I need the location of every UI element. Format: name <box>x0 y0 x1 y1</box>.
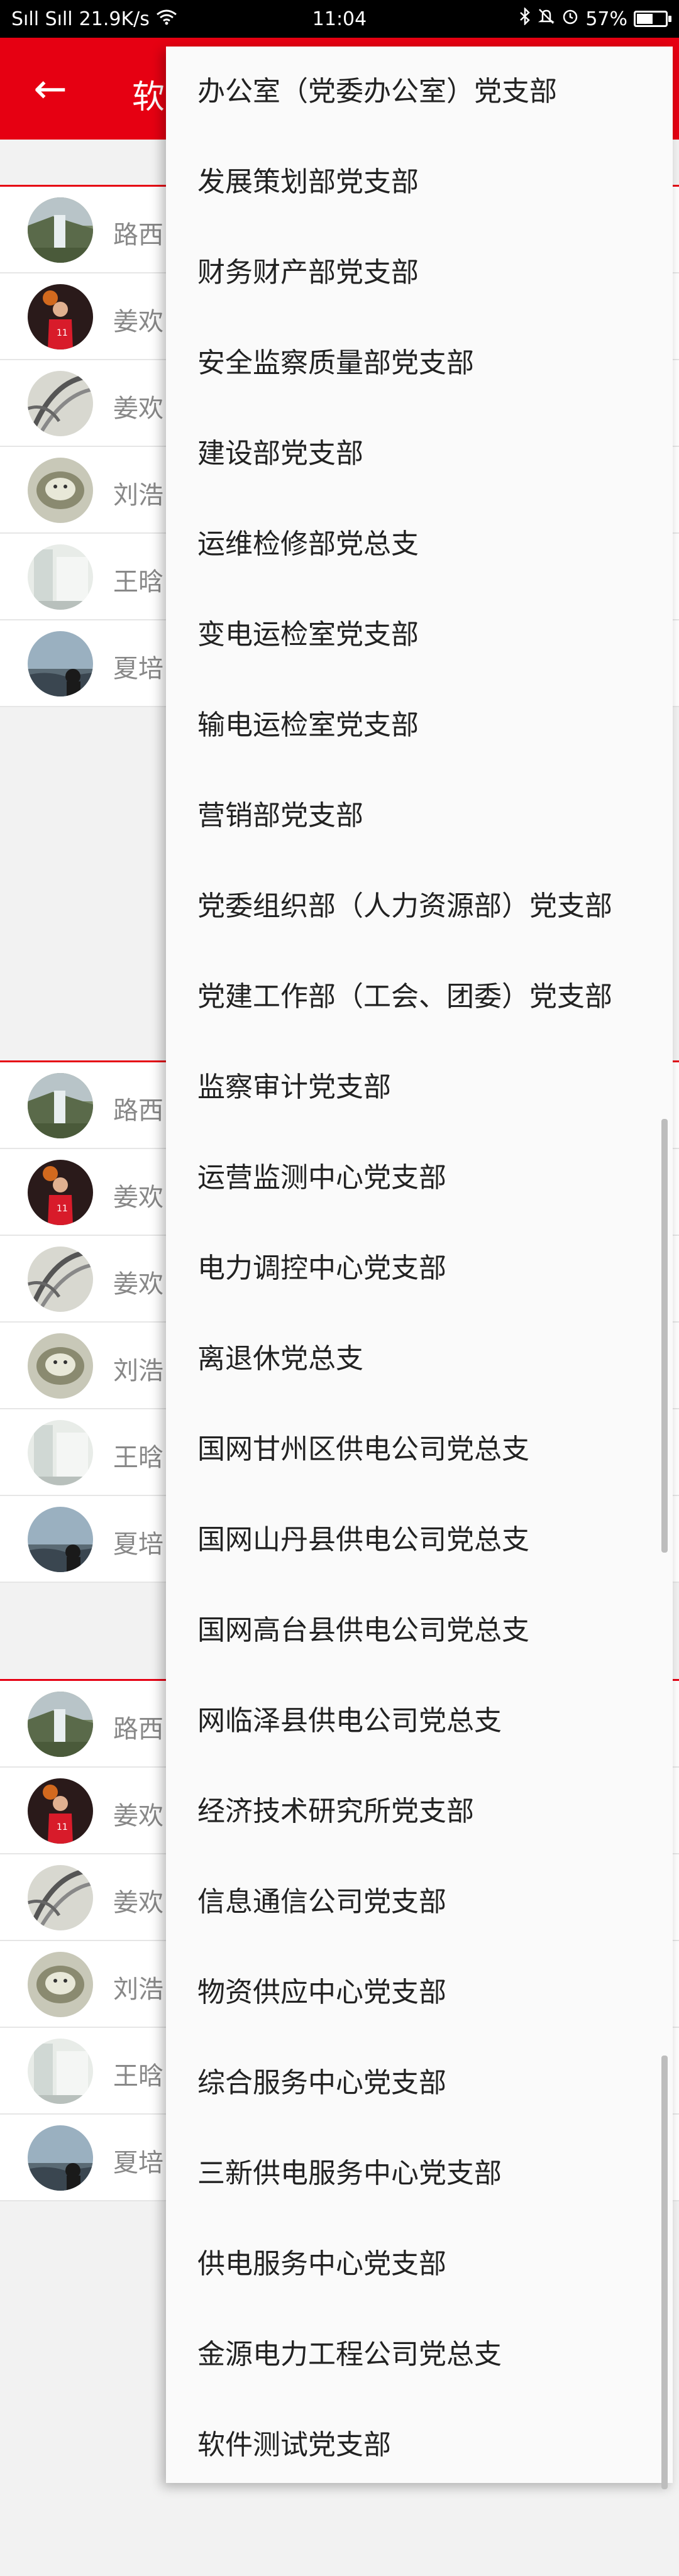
member-name: 路西 <box>113 1096 163 1125</box>
dropdown-menu-item[interactable]: 安全监察质量部党支部 <box>166 318 673 409</box>
scroll-indicator-bottom[interactable] <box>661 2056 668 2489</box>
bluetooth-icon <box>519 6 531 30</box>
dropdown-menu-item[interactable]: 运维检修部党总支 <box>166 499 673 590</box>
dropdown-menu-item[interactable]: 运营监测中心党支部 <box>166 1133 673 1223</box>
dropdown-menu-item[interactable]: 离退休党总支 <box>166 1314 673 1404</box>
dropdown-menu-item[interactable]: 供电服务中心党支部 <box>166 2219 673 2309</box>
alarm-icon <box>561 8 579 30</box>
status-left: Sıll Sıll 21.9K/s <box>11 8 177 30</box>
avatar: 11 <box>28 284 93 350</box>
signal-icon: Sıll Sıll <box>11 8 73 30</box>
avatar <box>28 1507 93 1572</box>
dropdown-menu-item[interactable]: 软件测试党支部 <box>166 2400 673 2491</box>
avatar: 11 <box>28 1778 93 1844</box>
dropdown-menu-item[interactable]: 网临泽县供电公司党总支 <box>166 1676 673 1766</box>
dropdown-menu-item[interactable]: 营销部党支部 <box>166 771 673 861</box>
avatar <box>28 1073 93 1138</box>
member-name: 王晗 <box>113 1443 163 1472</box>
member-name: 王晗 <box>113 568 163 597</box>
wifi-icon <box>156 8 177 30</box>
status-bar: Sıll Sıll 21.9K/s 11:04 57% <box>0 0 679 38</box>
battery-percent: 57% <box>585 8 627 30</box>
svg-text:11: 11 <box>57 328 68 338</box>
dropdown-menu-item[interactable]: 电力调控中心党支部 <box>166 1223 673 1314</box>
dropdown-menu-item[interactable]: 党委组织部（人力资源部）党支部 <box>166 861 673 952</box>
scroll-indicator-top[interactable] <box>661 1119 668 1553</box>
dropdown-menu-item[interactable]: 综合服务中心党支部 <box>166 2038 673 2128</box>
member-name: 路西 <box>113 221 163 250</box>
dropdown-menu-item[interactable]: 金源电力工程公司党总支 <box>166 2309 673 2400</box>
member-name: 姜欢 <box>113 1888 163 1917</box>
dropdown-menu-item[interactable]: 建设部党支部 <box>166 409 673 499</box>
member-name: 姜欢 <box>113 394 163 423</box>
dropdown-menu-item[interactable]: 监察审计党支部 <box>166 1042 673 1133</box>
member-name: 路西 <box>113 1715 163 1744</box>
avatar <box>28 371 93 436</box>
dropdown-menu-item[interactable]: 国网山丹县供电公司党总支 <box>166 1495 673 1585</box>
mute-icon <box>538 8 555 30</box>
member-name: 夏培 <box>113 1530 163 1559</box>
back-arrow-icon[interactable]: ← <box>25 64 75 114</box>
member-name: 夏培 <box>113 2149 163 2177</box>
avatar <box>28 1952 93 2017</box>
avatar <box>28 544 93 610</box>
dropdown-menu-item[interactable]: 经济技术研究所党支部 <box>166 1766 673 1857</box>
member-name: 刘浩 <box>113 481 163 510</box>
avatar: 11 <box>28 1160 93 1225</box>
avatar <box>28 1865 93 1930</box>
branch-dropdown-menu: 办公室（党委办公室）党支部 发展策划部党支部 财务财产部党支部 安全监察质量部党支部建… <box>166 47 673 2489</box>
member-name: 姜欢 <box>113 1270 163 1299</box>
page-title: 软 <box>132 79 165 116</box>
svg-text:11: 11 <box>57 1204 68 1214</box>
status-right: 57% <box>519 6 671 30</box>
avatar <box>28 458 93 523</box>
dropdown-menu-item[interactable]: 国网甘州区供电公司党总支 <box>166 1404 673 1495</box>
member-name: 姜欢 <box>113 1183 163 1212</box>
battery-level <box>637 14 653 24</box>
avatar <box>28 631 93 696</box>
battery-icon <box>634 11 671 27</box>
member-name: 刘浩 <box>113 1975 163 2004</box>
member-name: 刘浩 <box>113 1357 163 1385</box>
dropdown-menu-item[interactable]: 三新供电服务中心党支部 <box>166 2128 673 2219</box>
member-name: 姜欢 <box>113 307 163 336</box>
dropdown-menu-item[interactable]: 变电运检室党支部 <box>166 590 673 680</box>
member-name: 姜欢 <box>113 1802 163 1830</box>
svg-text:11: 11 <box>57 1822 68 1832</box>
avatar <box>28 197 93 263</box>
dropdown-menu-item[interactable]: 信息通信公司党支部 <box>166 1857 673 1947</box>
member-name: 夏培 <box>113 654 163 683</box>
avatar <box>28 1247 93 1312</box>
dropdown-menu-item[interactable]: 财务财产部党支部 <box>166 228 673 318</box>
dropdown-menu-item[interactable]: 物资供应中心党支部 <box>166 1947 673 2038</box>
network-speed: 21.9K/s <box>79 8 150 30</box>
dropdown-menu-item[interactable]: 输电运检室党支部 <box>166 680 673 771</box>
avatar <box>28 1333 93 1399</box>
dropdown-menu-item[interactable]: 国网高台县供电公司党总支 <box>166 1585 673 1676</box>
dropdown-menu-item[interactable]: 发展策划部党支部 <box>166 137 673 228</box>
avatar <box>28 2039 93 2104</box>
avatar <box>28 1692 93 1757</box>
avatar <box>28 2125 93 2191</box>
dropdown-menu-item[interactable]: 办公室（党委办公室）党支部 <box>166 47 673 137</box>
app-screen: Sıll Sıll 21.9K/s 11:04 57% ← 软 路西 11 姜欢… <box>0 0 679 2576</box>
avatar <box>28 1420 93 1485</box>
member-name: 王晗 <box>113 2062 163 2091</box>
dropdown-menu-item[interactable]: 党建工作部（工会、团委）党支部 <box>166 952 673 1042</box>
